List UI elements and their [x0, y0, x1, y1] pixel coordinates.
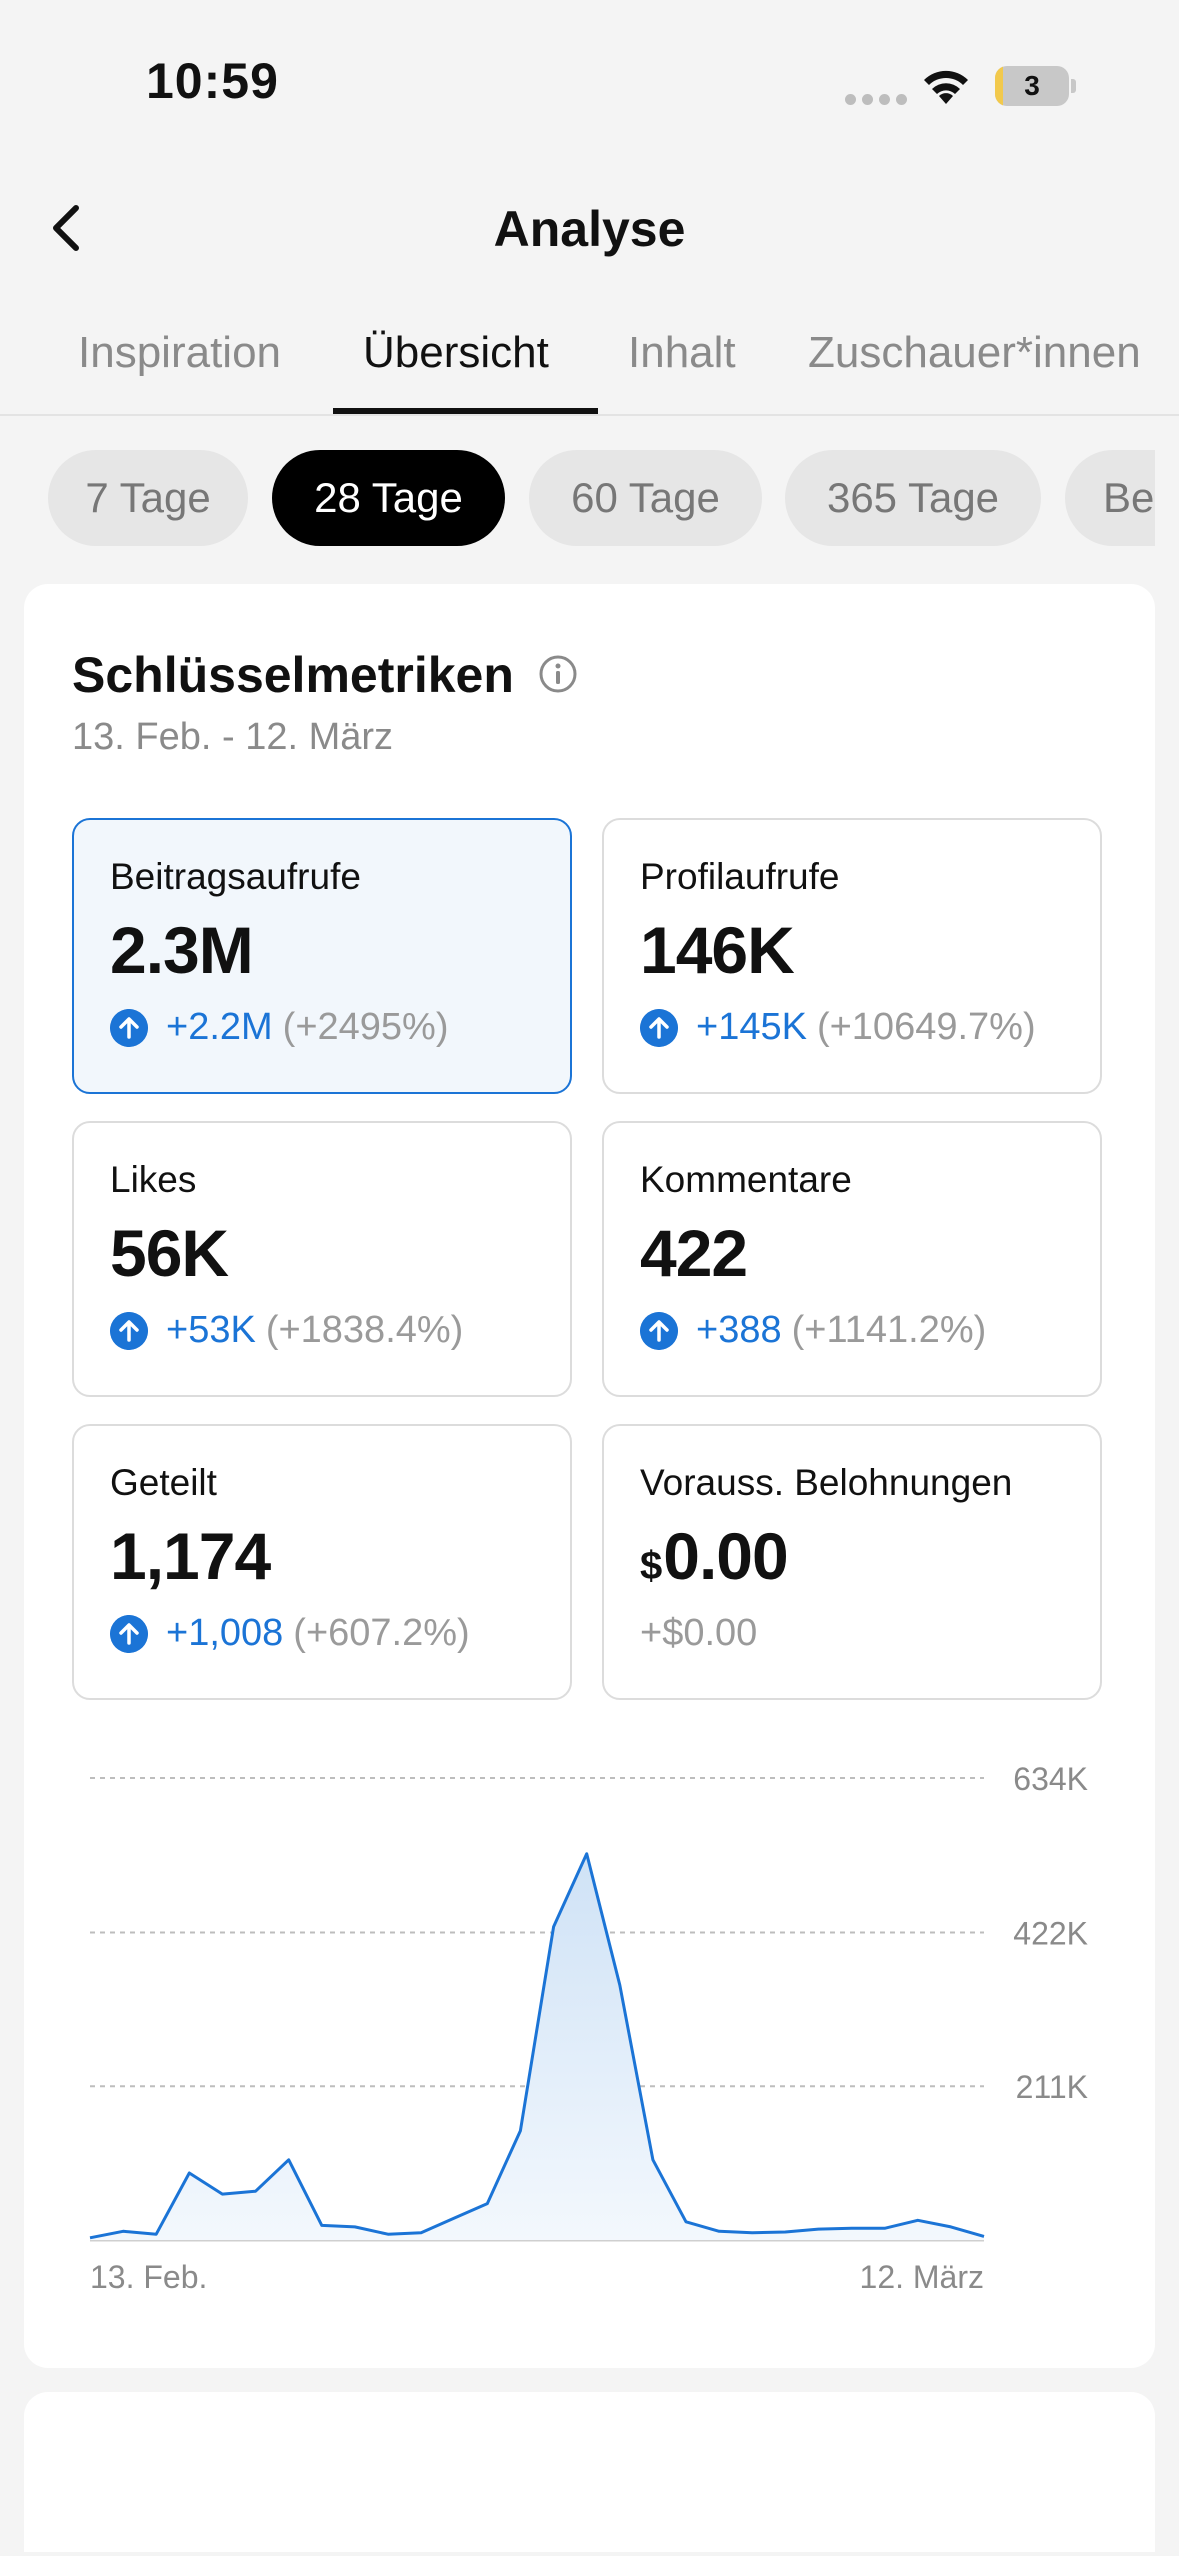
y-tick-label: 634K: [1013, 1761, 1088, 1797]
range-custom[interactable]: Be: [1065, 450, 1155, 546]
metric-comments[interactable]: Kommentare 422 +388 (+1141.2%): [602, 1121, 1102, 1397]
arrow-up-icon: [110, 1311, 148, 1350]
info-icon[interactable]: [538, 654, 578, 694]
status-bar: 10:59 3: [0, 0, 1179, 150]
metric-value: 146K: [640, 913, 795, 987]
range-60-days[interactable]: 60 Tage: [529, 450, 762, 546]
metric-percent: (+1141.2%): [791, 1309, 987, 1351]
metric-value: $0.00: [640, 1518, 789, 1594]
metric-change: +1,008 (+607.2%): [110, 1612, 470, 1655]
metric-value: 422: [640, 1216, 748, 1290]
tab-audience[interactable]: Zuschauer*innen: [808, 328, 1141, 378]
metric-value: 1,174: [110, 1519, 271, 1593]
metric-change: +145K (+10649.7%): [640, 1006, 1036, 1049]
metric-label: Profilaufrufe: [640, 856, 840, 897]
section-title: Schlüsselmetriken: [72, 647, 514, 703]
range-7-days[interactable]: 7 Tage: [48, 450, 248, 546]
tab-content[interactable]: Inhalt: [628, 328, 736, 378]
arrow-up-icon: [110, 1614, 148, 1653]
metric-profile-views[interactable]: Profilaufrufe 146K +145K (+10649.7%): [602, 818, 1102, 1094]
active-tab-indicator: [333, 408, 598, 414]
arrow-up-icon: [110, 1008, 148, 1047]
metric-label: Beitragsaufrufe: [110, 856, 361, 897]
y-tick-label: 211K: [1016, 2069, 1088, 2105]
wifi-icon: [924, 70, 968, 104]
metric-value: 56K: [110, 1216, 229, 1290]
series-area: [90, 1853, 984, 2240]
metric-delta: +388: [696, 1309, 782, 1351]
metric-post-views[interactable]: Beitragsaufrufe 2.3M +2.2M (+2495%): [72, 818, 572, 1094]
y-tick-label: 422K: [1013, 1915, 1088, 1951]
metric-delta: +145K: [696, 1006, 807, 1048]
range-28-days[interactable]: 28 Tage: [272, 450, 505, 546]
arrow-up-icon: [640, 1311, 678, 1350]
currency-symbol: $: [640, 1544, 662, 1588]
metric-percent: (+607.2%): [293, 1612, 470, 1654]
metric-change: +53K (+1838.4%): [110, 1309, 463, 1352]
battery-level: 3: [1024, 70, 1040, 101]
battery-icon: 3: [995, 66, 1077, 106]
metric-amount: 0.00: [663, 1519, 788, 1593]
metric-percent: (+10649.7%): [816, 1006, 1036, 1048]
tab-inspiration[interactable]: Inspiration: [78, 328, 281, 378]
metric-estimated-rewards[interactable]: Vorauss. Belohnungen $0.00 +$0.00: [602, 1424, 1102, 1700]
x-tick-label: 13. Feb.: [90, 2259, 207, 2295]
metric-label: Vorauss. Belohnungen: [640, 1462, 1013, 1503]
page-title: Analyse: [493, 201, 686, 257]
range-365-days[interactable]: 365 Tage: [785, 450, 1041, 546]
metric-shares[interactable]: Geteilt 1,174 +1,008 (+607.2%): [72, 1424, 572, 1700]
metric-percent: (+1838.4%): [265, 1309, 464, 1351]
metric-change: +388 (+1141.2%): [640, 1309, 986, 1352]
metric-change: +2.2M (+2495%): [110, 1006, 449, 1049]
metric-likes[interactable]: Likes 56K +53K (+1838.4%): [72, 1121, 572, 1397]
tab-bar: Inspiration Übersicht Inhalt Zuschauer*i…: [0, 310, 1179, 416]
metric-delta: +53K: [166, 1309, 256, 1351]
range-selector: 7 Tage 28 Tage 60 Tage 365 Tage Be: [0, 450, 1155, 546]
post-views-chart: 634K 422K 211K 13. Feb. 12. März: [24, 1740, 1155, 2300]
status-time: 10:59: [146, 53, 279, 109]
metric-change: +$0.00: [640, 1612, 758, 1654]
metric-label: Kommentare: [640, 1159, 852, 1200]
x-tick-label: 12. März: [860, 2259, 984, 2295]
metric-delta: +2.2M: [166, 1006, 273, 1048]
metric-label: Geteilt: [110, 1462, 217, 1503]
tab-overview[interactable]: Übersicht: [363, 328, 549, 378]
cellular-signal-icon: [845, 94, 907, 105]
metric-label: Likes: [110, 1159, 197, 1200]
nav-bar: Analyse: [0, 180, 1179, 280]
metric-percent: (+2495%): [282, 1006, 449, 1048]
next-section-card: [24, 2392, 1155, 2552]
area-chart: 634K 422K 211K 13. Feb. 12. März: [89, 1761, 1088, 2295]
metric-delta: +1,008: [166, 1612, 284, 1654]
date-range: 13. Feb. - 12. März: [72, 716, 394, 758]
arrow-up-icon: [640, 1008, 678, 1047]
metric-value: 2.3M: [110, 913, 254, 987]
